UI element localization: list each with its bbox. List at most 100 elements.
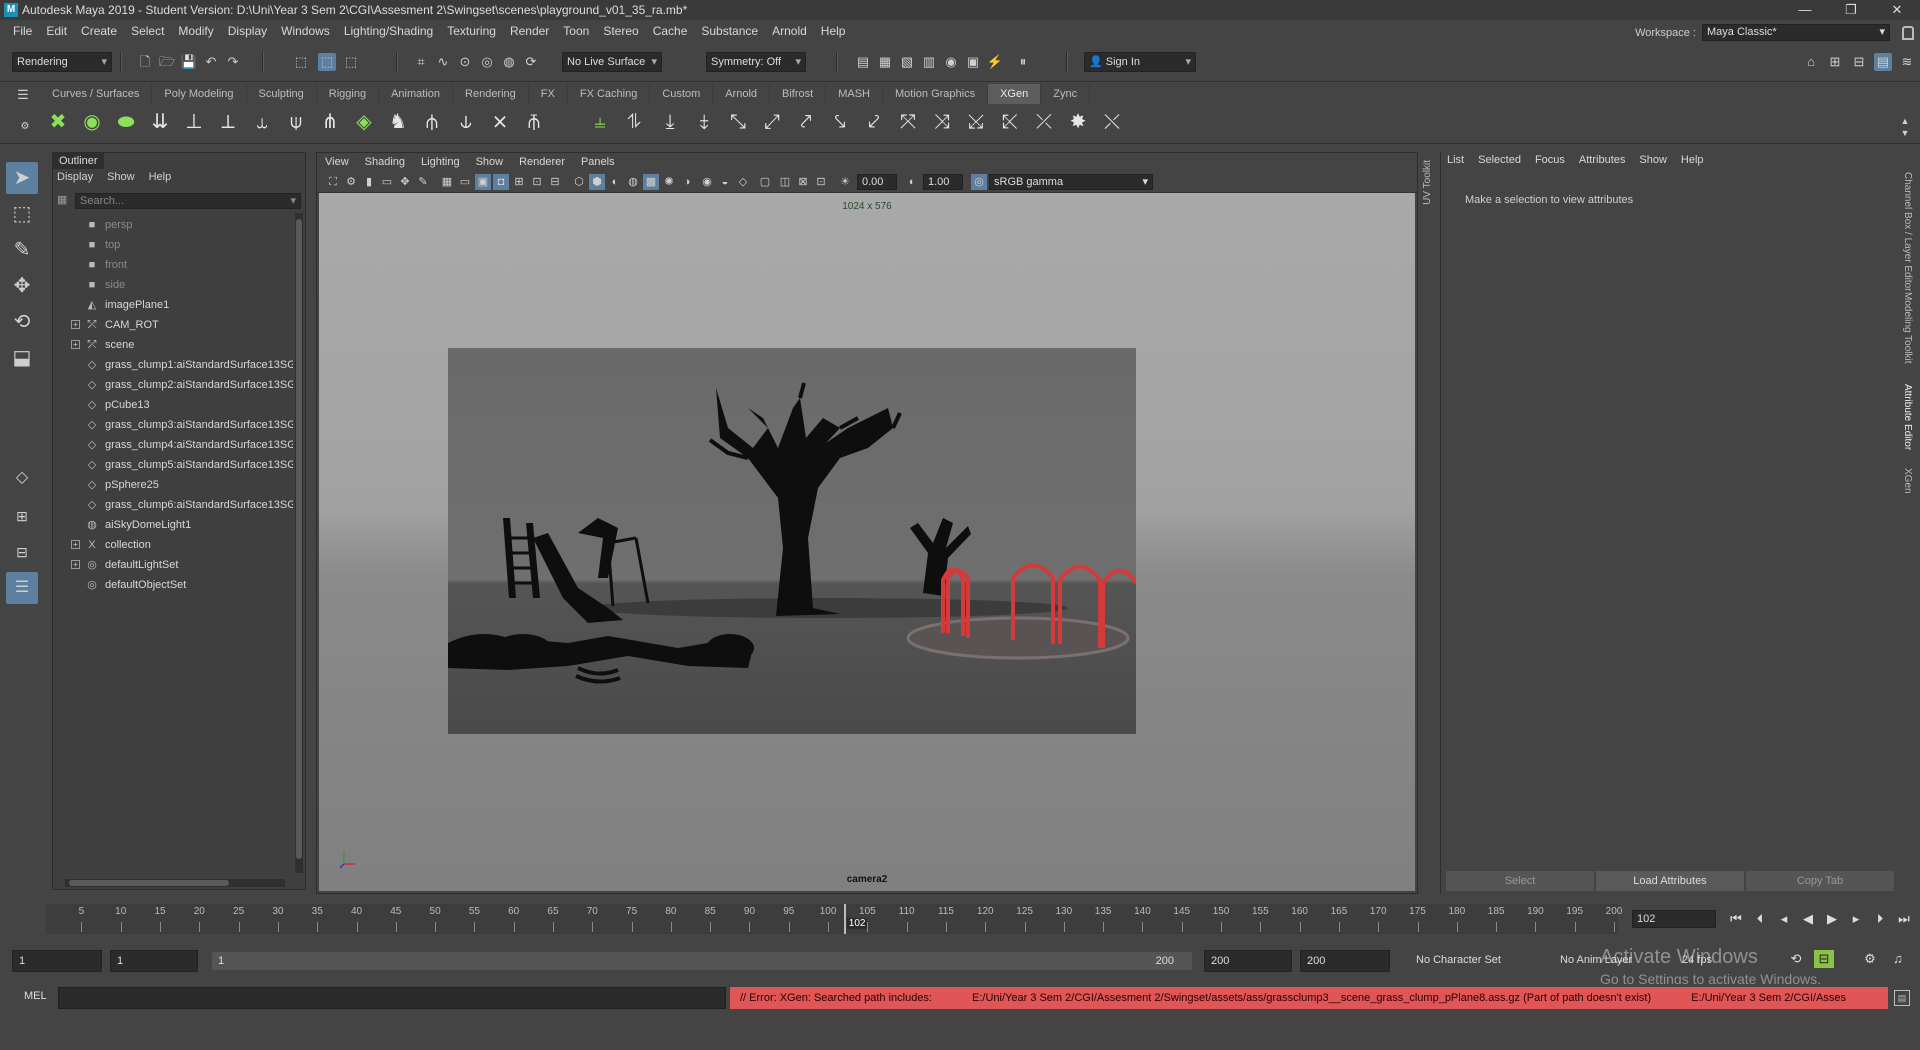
side-tab-attribute-editor[interactable]: Attribute Editor	[1902, 384, 1913, 450]
film-gate-icon[interactable]: ▭	[457, 174, 473, 190]
wireframe-icon[interactable]: ⬡	[571, 174, 587, 190]
bookmark-icon[interactable]: ▮	[361, 174, 377, 190]
workspace-dropdown[interactable]: Maya Classic*	[1702, 24, 1890, 41]
paint-select-icon[interactable]: ✎	[6, 234, 38, 266]
outliner-item[interactable]: + ⤱ CAM_ROT	[53, 315, 293, 335]
anti-aliasing-icon[interactable]: ◇	[735, 174, 751, 190]
sound-icon[interactable]: ♫	[1888, 950, 1908, 968]
menu-display[interactable]: Display	[221, 24, 274, 38]
shelf-tab-fx-caching[interactable]: FX Caching	[568, 84, 651, 104]
menu-modify[interactable]: Modify	[171, 24, 220, 38]
playback-start-field[interactable]: 1	[110, 950, 198, 972]
menu-file[interactable]: File	[6, 24, 39, 38]
gamma-field[interactable]: 1.00	[923, 174, 963, 190]
xgen-layers-icon[interactable]: ◈	[350, 108, 378, 136]
expand-icon[interactable]: +	[71, 540, 80, 549]
outliner-item[interactable]: ◇ pSphere25	[53, 475, 293, 495]
motion-blur-icon[interactable]: ◒	[717, 174, 733, 190]
xgen-clump-icon[interactable]: ⫚	[520, 108, 548, 136]
attr-menu-list[interactable]: List	[1447, 154, 1464, 166]
grid-icon[interactable]: ▦	[439, 174, 455, 190]
outliner-item[interactable]: ◍ aiSkyDomeLight1	[53, 515, 293, 535]
outliner-item[interactable]: ◭ imagePlane1	[53, 295, 293, 315]
outliner-menu-display[interactable]: Display	[57, 171, 93, 183]
uv-toolkit-tab[interactable]: UV Toolkit	[1422, 160, 1433, 205]
snap-plane-icon[interactable]: ⟳	[522, 53, 540, 71]
menu-render[interactable]: Render	[503, 24, 556, 38]
character-set-dropdown[interactable]: No Character Set	[1410, 950, 1534, 972]
shelf-tab-custom[interactable]: Custom	[650, 84, 714, 104]
outliner-scrollbar[interactable]	[295, 213, 303, 873]
xgen-brush-length-icon[interactable]: ⤓	[656, 108, 684, 136]
menu-cache[interactable]: Cache	[646, 24, 695, 38]
camera-attributes-icon[interactable]: ⚙	[343, 174, 359, 190]
step-back-key-icon[interactable]: ◂	[1774, 910, 1794, 928]
time-ruler[interactable]: 5 10 15 20 25 30 35 40 45 50 55 60 65 70 75 80 85 90 95 100…	[46, 904, 1622, 934]
expand-icon[interactable]: +	[71, 320, 80, 329]
ipr-render-icon[interactable]: ▧	[898, 53, 916, 71]
arnold-render-icon[interactable]: ▣	[964, 53, 982, 71]
xray-icon[interactable]: ◫	[777, 174, 793, 190]
shelf-tab-rigging[interactable]: Rigging	[317, 84, 380, 104]
live-surface-field[interactable]: No Live Surface	[562, 52, 662, 72]
menu-arnold[interactable]: Arnold	[765, 24, 814, 38]
exposure-icon[interactable]: ☀	[837, 174, 853, 190]
snap-grid-icon[interactable]: ⌗	[412, 53, 430, 71]
menu-windows[interactable]: Windows	[274, 24, 337, 38]
toggle-tool-settings-icon[interactable]: ⊟	[1850, 53, 1868, 71]
snap-surface-icon[interactable]: ◍	[500, 53, 518, 71]
script-editor-icon[interactable]: ▤	[1894, 990, 1910, 1006]
current-frame-field[interactable]: 102	[1632, 910, 1716, 928]
attr-menu-selected[interactable]: Selected	[1478, 154, 1521, 166]
side-tab-xgen[interactable]: XGen	[1902, 468, 1913, 494]
expand-icon[interactable]: +	[71, 340, 80, 349]
viewport-menu-renderer[interactable]: Renderer	[519, 156, 565, 168]
open-scene-icon[interactable]: 🗁	[158, 53, 176, 71]
lock-icon[interactable]	[1902, 26, 1914, 40]
outliner-item[interactable]: + ◎ defaultLightSet	[53, 555, 293, 575]
xgen-brush-freeze-icon[interactable]: ⤨	[928, 108, 956, 136]
outliner-layout-icon[interactable]: ☰	[6, 572, 38, 604]
render-frame-icon[interactable]: ▦	[876, 53, 894, 71]
outliner-item[interactable]: ◇ grass_clump6:aiStandardSurface13SG	[53, 495, 293, 515]
outliner-item[interactable]: + ⤱ scene	[53, 335, 293, 355]
two-view-icon[interactable]: ⊟	[6, 536, 38, 568]
attr-menu-help[interactable]: Help	[1681, 154, 1704, 166]
xgen-brush-noise-icon[interactable]: ⤥	[826, 108, 854, 136]
four-view-icon[interactable]: ⊞	[6, 500, 38, 532]
side-tab-channel-box-layer-editor[interactable]: Channel Box / Layer Editor	[1902, 172, 1913, 292]
xgen-comb-icon[interactable]: ⫛	[418, 108, 446, 136]
play-backwards-icon[interactable]: ◀	[1798, 910, 1818, 928]
menuset-dropdown[interactable]: Rendering	[12, 52, 112, 72]
field-chart-icon[interactable]: ⊞	[511, 174, 527, 190]
menu-lighting-shading[interactable]: Lighting/Shading	[337, 24, 440, 38]
animation-end-field[interactable]: 200	[1300, 950, 1390, 972]
xgen-brush-select-icon[interactable]: ✸	[1064, 108, 1092, 136]
outliner-item[interactable]: ◇ grass_clump3:aiStandardSurface13SG	[53, 415, 293, 435]
range-slider[interactable]: 1 200	[212, 952, 1192, 970]
outliner-item[interactable]: ■ front	[53, 255, 293, 275]
render-icon[interactable]: ⚡	[986, 53, 1004, 71]
outliner-item[interactable]: ■ side	[53, 275, 293, 295]
select-camera-icon[interactable]: ⛶	[325, 174, 341, 190]
xgen-brush-scale-icon[interactable]: ⤫	[1030, 108, 1058, 136]
shelf-tab-zync[interactable]: Zync	[1041, 84, 1091, 104]
shadows-icon[interactable]: ◑	[679, 174, 695, 190]
menu-substance[interactable]: Substance	[694, 24, 765, 38]
load-attributes-button[interactable]: Load Attributes	[1595, 870, 1745, 892]
go-to-start-icon[interactable]: ⏮	[1726, 910, 1746, 928]
animation-start-field[interactable]: 1	[12, 950, 102, 972]
outliner-menu-show[interactable]: Show	[107, 171, 135, 183]
isolate-select-icon[interactable]: ▢	[757, 174, 773, 190]
shelf-tab-mash[interactable]: MASH	[826, 84, 883, 104]
scroll-thumb[interactable]	[69, 880, 229, 886]
pause-icon[interactable]: ⏸	[1014, 53, 1032, 71]
textured-icon[interactable]: ▩	[643, 174, 659, 190]
script-language-toggle[interactable]: MEL	[24, 990, 47, 1002]
select-hierarchy-icon[interactable]: ⬚	[292, 53, 310, 71]
shelf-tab-bifrost[interactable]: Bifrost	[770, 84, 827, 104]
snap-curve-icon[interactable]: ∿	[434, 53, 452, 71]
select-component-icon[interactable]: ⬚	[342, 53, 360, 71]
xgen-grass-icon[interactable]: ⋔	[316, 108, 344, 136]
outliner-menu-help[interactable]: Help	[149, 171, 172, 183]
